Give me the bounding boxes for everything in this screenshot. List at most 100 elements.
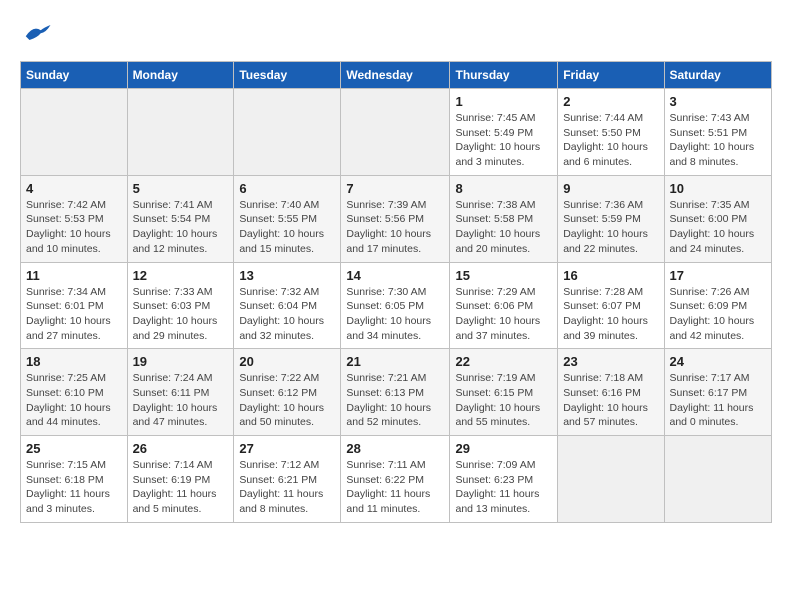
calendar-cell: 10 Sunrise: 7:35 AM Sunset: 6:00 PM Dayli… [664, 175, 772, 262]
day-info: Sunrise: 7:35 AM Sunset: 6:00 PM Dayligh… [670, 198, 767, 257]
calendar-cell: 23 Sunrise: 7:18 AM Sunset: 6:16 PM Dayli… [558, 349, 664, 436]
calendar-cell [127, 89, 234, 176]
calendar-cell: 22 Sunrise: 7:19 AM Sunset: 6:15 PM Dayli… [450, 349, 558, 436]
calendar-week-row: 25 Sunrise: 7:15 AM Sunset: 6:18 PM Dayli… [21, 436, 772, 523]
day-number: 4 [26, 181, 122, 196]
day-number: 24 [670, 354, 767, 369]
calendar-cell: 24Sunrise: 7:17 AM Sunset: 6:17 PM Dayli… [664, 349, 772, 436]
calendar-cell [558, 436, 664, 523]
day-info: Sunrise: 7:32 AM Sunset: 6:04 PM Dayligh… [239, 285, 335, 344]
calendar-cell: 16Sunrise: 7:28 AM Sunset: 6:07 PM Dayli… [558, 262, 664, 349]
day-info: Sunrise: 7:18 AM Sunset: 6:16 PM Dayligh… [563, 371, 658, 430]
day-number: 21 [346, 354, 444, 369]
day-number: 7 [346, 181, 444, 196]
calendar-cell: 26Sunrise: 7:14 AM Sunset: 6:19 PM Dayli… [127, 436, 234, 523]
day-info: Sunrise: 7:30 AM Sunset: 6:05 PM Dayligh… [346, 285, 444, 344]
day-number: 15 [455, 268, 552, 283]
day-info: Sunrise: 7:09 AM Sunset: 6:23 PM Dayligh… [455, 458, 552, 517]
col-header-tuesday: Tuesday [234, 62, 341, 89]
day-info: Sunrise: 7:19 AM Sunset: 6:15 PM Dayligh… [455, 371, 552, 430]
day-number: 8 [455, 181, 552, 196]
day-number: 19 [133, 354, 229, 369]
calendar-cell: 19 Sunrise: 7:24 AM Sunset: 6:11 PM Dayli… [127, 349, 234, 436]
calendar-cell: 25 Sunrise: 7:15 AM Sunset: 6:18 PM Dayli… [21, 436, 128, 523]
calendar-cell [664, 436, 772, 523]
day-number: 16 [563, 268, 658, 283]
calendar-cell: 3 Sunrise: 7:43 AM Sunset: 5:51 PM Daylig… [664, 89, 772, 176]
day-number: 2 [563, 94, 658, 109]
col-header-sunday: Sunday [21, 62, 128, 89]
logo-text [20, 20, 52, 51]
day-info: Sunrise: 7:43 AM Sunset: 5:51 PM Dayligh… [670, 111, 767, 170]
calendar-cell [234, 89, 341, 176]
day-info: Sunrise: 7:12 AM Sunset: 6:21 PM Dayligh… [239, 458, 335, 517]
day-info: Sunrise: 7:45 AM Sunset: 5:49 PM Dayligh… [455, 111, 552, 170]
day-info: Sunrise: 7:40 AM Sunset: 5:55 PM Dayligh… [239, 198, 335, 257]
calendar-cell: 4Sunrise: 7:42 AM Sunset: 5:53 PM Daylig… [21, 175, 128, 262]
day-number: 28 [346, 441, 444, 456]
calendar-cell: 15 Sunrise: 7:29 AM Sunset: 6:06 PM Dayli… [450, 262, 558, 349]
day-number: 25 [26, 441, 122, 456]
calendar-cell: 8 Sunrise: 7:38 AM Sunset: 5:58 PM Daylig… [450, 175, 558, 262]
calendar-week-row: 1 Sunrise: 7:45 AM Sunset: 5:49 PM Daylig… [21, 89, 772, 176]
day-number: 26 [133, 441, 229, 456]
calendar-week-row: 11 Sunrise: 7:34 AM Sunset: 6:01 PM Dayli… [21, 262, 772, 349]
day-info: Sunrise: 7:34 AM Sunset: 6:01 PM Dayligh… [26, 285, 122, 344]
calendar-cell: 9Sunrise: 7:36 AM Sunset: 5:59 PM Daylig… [558, 175, 664, 262]
calendar-cell: 18 Sunrise: 7:25 AM Sunset: 6:10 PM Dayli… [21, 349, 128, 436]
day-number: 22 [455, 354, 552, 369]
day-info: Sunrise: 7:44 AM Sunset: 5:50 PM Dayligh… [563, 111, 658, 170]
calendar-cell: 11 Sunrise: 7:34 AM Sunset: 6:01 PM Dayli… [21, 262, 128, 349]
day-info: Sunrise: 7:25 AM Sunset: 6:10 PM Dayligh… [26, 371, 122, 430]
day-number: 17 [670, 268, 767, 283]
day-info: Sunrise: 7:11 AM Sunset: 6:22 PM Dayligh… [346, 458, 444, 517]
calendar-cell: 7 Sunrise: 7:39 AM Sunset: 5:56 PM Daylig… [341, 175, 450, 262]
day-info: Sunrise: 7:15 AM Sunset: 6:18 PM Dayligh… [26, 458, 122, 517]
calendar-header-row: SundayMondayTuesdayWednesdayThursdayFrid… [21, 62, 772, 89]
logo-bird-icon [22, 20, 52, 45]
day-number: 27 [239, 441, 335, 456]
day-number: 3 [670, 94, 767, 109]
page-header [20, 20, 772, 51]
calendar-cell: 12 Sunrise: 7:33 AM Sunset: 6:03 PM Dayli… [127, 262, 234, 349]
day-info: Sunrise: 7:36 AM Sunset: 5:59 PM Dayligh… [563, 198, 658, 257]
day-info: Sunrise: 7:39 AM Sunset: 5:56 PM Dayligh… [346, 198, 444, 257]
day-info: Sunrise: 7:26 AM Sunset: 6:09 PM Dayligh… [670, 285, 767, 344]
day-info: Sunrise: 7:29 AM Sunset: 6:06 PM Dayligh… [455, 285, 552, 344]
col-header-friday: Friday [558, 62, 664, 89]
calendar-cell: 17 Sunrise: 7:26 AM Sunset: 6:09 PM Dayli… [664, 262, 772, 349]
day-info: Sunrise: 7:38 AM Sunset: 5:58 PM Dayligh… [455, 198, 552, 257]
day-number: 10 [670, 181, 767, 196]
day-info: Sunrise: 7:33 AM Sunset: 6:03 PM Dayligh… [133, 285, 229, 344]
col-header-monday: Monday [127, 62, 234, 89]
day-number: 23 [563, 354, 658, 369]
calendar-cell: 2 Sunrise: 7:44 AM Sunset: 5:50 PM Daylig… [558, 89, 664, 176]
day-info: Sunrise: 7:41 AM Sunset: 5:54 PM Dayligh… [133, 198, 229, 257]
calendar-cell [341, 89, 450, 176]
day-number: 12 [133, 268, 229, 283]
calendar-cell: 5Sunrise: 7:41 AM Sunset: 5:54 PM Daylig… [127, 175, 234, 262]
calendar-week-row: 4Sunrise: 7:42 AM Sunset: 5:53 PM Daylig… [21, 175, 772, 262]
calendar-cell: 14 Sunrise: 7:30 AM Sunset: 6:05 PM Dayli… [341, 262, 450, 349]
day-number: 20 [239, 354, 335, 369]
calendar-week-row: 18 Sunrise: 7:25 AM Sunset: 6:10 PM Dayli… [21, 349, 772, 436]
calendar-cell: 13 Sunrise: 7:32 AM Sunset: 6:04 PM Dayli… [234, 262, 341, 349]
calendar-cell: 28 Sunrise: 7:11 AM Sunset: 6:22 PM Dayli… [341, 436, 450, 523]
day-info: Sunrise: 7:24 AM Sunset: 6:11 PM Dayligh… [133, 371, 229, 430]
day-number: 18 [26, 354, 122, 369]
day-info: Sunrise: 7:21 AM Sunset: 6:13 PM Dayligh… [346, 371, 444, 430]
calendar-cell: 21 Sunrise: 7:21 AM Sunset: 6:13 PM Dayli… [341, 349, 450, 436]
day-number: 11 [26, 268, 122, 283]
day-number: 6 [239, 181, 335, 196]
calendar-cell: 6 Sunrise: 7:40 AM Sunset: 5:55 PM Daylig… [234, 175, 341, 262]
day-info: Sunrise: 7:22 AM Sunset: 6:12 PM Dayligh… [239, 371, 335, 430]
day-number: 1 [455, 94, 552, 109]
day-number: 13 [239, 268, 335, 283]
col-header-wednesday: Wednesday [341, 62, 450, 89]
calendar-cell: 27 Sunrise: 7:12 AM Sunset: 6:21 PM Dayli… [234, 436, 341, 523]
calendar-cell: 1 Sunrise: 7:45 AM Sunset: 5:49 PM Daylig… [450, 89, 558, 176]
day-number: 14 [346, 268, 444, 283]
col-header-thursday: Thursday [450, 62, 558, 89]
day-number: 29 [455, 441, 552, 456]
calendar-cell: 20 Sunrise: 7:22 AM Sunset: 6:12 PM Dayli… [234, 349, 341, 436]
